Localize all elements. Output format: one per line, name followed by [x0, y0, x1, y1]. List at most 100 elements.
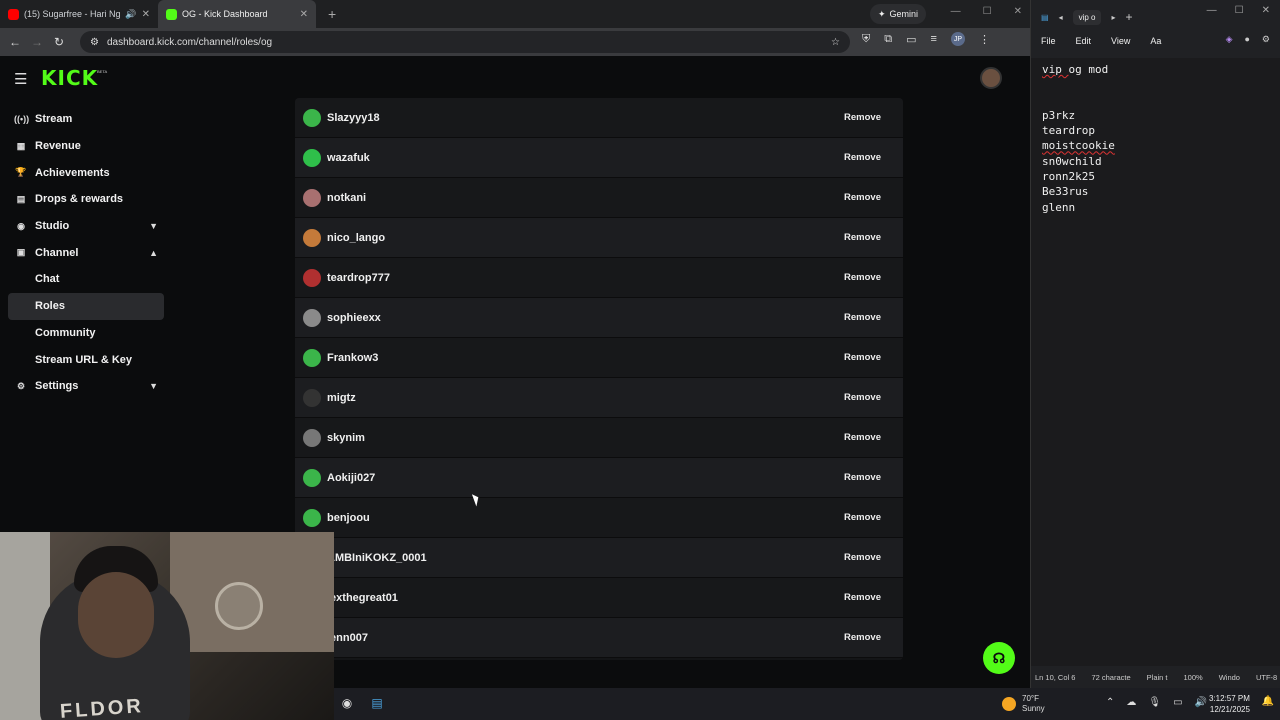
menu-kebab-icon[interactable]: ⋮	[979, 33, 990, 46]
member-username[interactable]: lexthegreat01	[327, 592, 398, 604]
support-chat-button[interactable]: ☊	[983, 642, 1015, 674]
member-username[interactable]: Aokiji027	[327, 472, 375, 484]
remove-button[interactable]: Remove	[836, 228, 889, 247]
avatar[interactable]	[303, 348, 321, 367]
format-icon[interactable]: Aa	[1150, 36, 1161, 46]
avatar[interactable]	[303, 428, 321, 447]
zoom-level[interactable]: 100%	[1184, 673, 1203, 682]
sidebar-item-roles[interactable]: Roles	[8, 292, 164, 320]
settings-gear-icon[interactable]: ⚙	[1262, 34, 1270, 45]
volume-icon[interactable]: 🔊	[1195, 697, 1207, 708]
remove-button[interactable]: Remove	[836, 148, 889, 167]
back-icon[interactable]: ←	[4, 35, 26, 49]
remove-button[interactable]: Remove	[836, 308, 889, 327]
shield-icon[interactable]: ⛨	[862, 33, 870, 46]
tab-youtube[interactable]: (15) Sugarfree - Hari Ng Sa 🔊 ✕	[0, 0, 158, 28]
avatar[interactable]	[303, 468, 321, 487]
member-username[interactable]: Frankow3	[327, 352, 378, 364]
tab-scroll-right-icon[interactable]: ▸	[1111, 13, 1115, 22]
close-window-icon[interactable]: ✕	[1014, 6, 1022, 17]
menu-edit[interactable]: Edit	[1076, 36, 1092, 46]
remove-button[interactable]: Remove	[836, 508, 889, 527]
avatar[interactable]	[303, 108, 321, 127]
network-icon[interactable]: ▭	[1173, 697, 1182, 708]
tab-scroll-left-icon[interactable]: ◂	[1059, 13, 1063, 22]
avatar[interactable]	[303, 148, 321, 167]
line-ending[interactable]: Windo	[1219, 673, 1240, 682]
sidebar-item-stream[interactable]: ((•)) Stream	[8, 106, 164, 133]
copilot-icon[interactable]: ◈	[1226, 34, 1233, 45]
reload-icon[interactable]: ↻	[48, 35, 70, 49]
remove-button[interactable]: Remove	[836, 348, 889, 367]
hamburger-menu-icon[interactable]: ☰	[14, 70, 27, 88]
kick-logo[interactable]: KICK	[41, 66, 98, 90]
account-icon[interactable]: ●	[1244, 34, 1249, 45]
new-tab-icon[interactable]: +	[1126, 10, 1133, 24]
minimize-icon[interactable]: —	[951, 6, 961, 17]
new-tab-icon[interactable]: +	[328, 6, 336, 22]
profile-avatar[interactable]: JP	[950, 32, 965, 46]
member-username[interactable]: wazafuk	[327, 152, 370, 164]
bookmark-star-icon[interactable]: ☆	[831, 37, 840, 48]
avatar[interactable]	[303, 308, 321, 327]
tab-kick-dashboard[interactable]: OG - Kick Dashboard ✕	[158, 0, 316, 28]
sidebar-item-channel[interactable]: ▣ Channel ▲	[8, 239, 164, 266]
remove-button[interactable]: Remove	[836, 108, 889, 127]
menu-view[interactable]: View	[1111, 36, 1130, 46]
close-tab-icon[interactable]: ✕	[300, 9, 308, 20]
member-username[interactable]: teardrop777	[327, 272, 390, 284]
remove-button[interactable]: Remove	[836, 548, 889, 567]
remove-button[interactable]: Remove	[836, 628, 889, 647]
onedrive-icon[interactable]: ☁	[1126, 697, 1136, 708]
weather-widget[interactable]: 70°F Sunny	[1002, 694, 1045, 714]
menu-file[interactable]: File	[1041, 36, 1056, 46]
chevron-up-icon[interactable]: ⌃	[1106, 697, 1114, 708]
member-username[interactable]: sophieexx	[327, 312, 381, 324]
user-avatar[interactable]	[980, 67, 1002, 89]
remove-button[interactable]: Remove	[836, 388, 889, 407]
close-window-icon[interactable]: ✕	[1262, 5, 1270, 16]
encoding[interactable]: UTF-8	[1256, 673, 1277, 682]
minimize-icon[interactable]: —	[1207, 5, 1217, 16]
clock[interactable]: 3:12:57 PM 12/21/2025	[1209, 693, 1250, 715]
sidebar-item-community[interactable]: Community	[8, 320, 164, 347]
avatar[interactable]	[303, 268, 321, 287]
remove-button[interactable]: Remove	[836, 268, 889, 287]
extensions-icon[interactable]: ⧉	[884, 33, 892, 46]
notification-bell-icon[interactable]: 🔔	[1260, 696, 1276, 712]
close-tab-icon[interactable]: ✕	[142, 9, 150, 20]
speaker-icon[interactable]: 🔊	[125, 9, 136, 20]
sidebar-item-settings[interactable]: ⚙ Settings ▼	[8, 373, 164, 400]
mic-icon[interactable]: 🎙	[1148, 697, 1161, 708]
address-bar[interactable]: ⚙ dashboard.kick.com/channel/roles/og ☆	[80, 31, 850, 53]
avatar[interactable]	[303, 508, 321, 527]
member-username[interactable]: notkani	[327, 192, 366, 204]
maximize-icon[interactable]: ☐	[983, 6, 992, 17]
member-username[interactable]: skynim	[327, 432, 365, 444]
maximize-icon[interactable]: ☐	[1235, 5, 1244, 16]
cast-icon[interactable]: ▭	[906, 33, 916, 46]
member-username[interactable]: benjoou	[327, 512, 370, 524]
avatar[interactable]	[303, 228, 321, 247]
gemini-button[interactable]: ✦ Gemini	[870, 4, 927, 24]
remove-button[interactable]: Remove	[836, 188, 889, 207]
notepad-editor[interactable]: vip og mod p3rkz teardrop moistcookie sn0wc…	[1031, 58, 1280, 666]
sidebar-item-achievements[interactable]: 🏆 Achievements	[8, 159, 164, 186]
avatar[interactable]	[303, 188, 321, 207]
sidebar-item-stream-url-key[interactable]: Stream URL & Key	[8, 346, 164, 373]
site-info-icon[interactable]: ⚙	[90, 37, 99, 48]
notepad-taskbar-icon[interactable]: ▤	[369, 696, 385, 712]
remove-button[interactable]: Remove	[836, 428, 889, 447]
notepad-tab[interactable]: vip o	[1072, 9, 1102, 25]
forward-icon[interactable]: →	[26, 35, 48, 49]
steam-icon[interactable]: ◉	[339, 696, 355, 712]
sidebar-item-drops[interactable]: ▤ Drops & rewards	[8, 186, 164, 213]
member-username[interactable]: AMBIniKOKZ_0001	[327, 552, 427, 564]
sidebar-item-studio[interactable]: ◉ Studio ▼	[8, 213, 164, 240]
avatar[interactable]	[303, 388, 321, 407]
member-username[interactable]: nico_lango	[327, 232, 385, 244]
file-type[interactable]: Plain t	[1147, 673, 1168, 682]
sidebar-item-chat[interactable]: Chat	[8, 266, 164, 293]
member-username[interactable]: migtz	[327, 392, 356, 404]
remove-button[interactable]: Remove	[836, 468, 889, 487]
